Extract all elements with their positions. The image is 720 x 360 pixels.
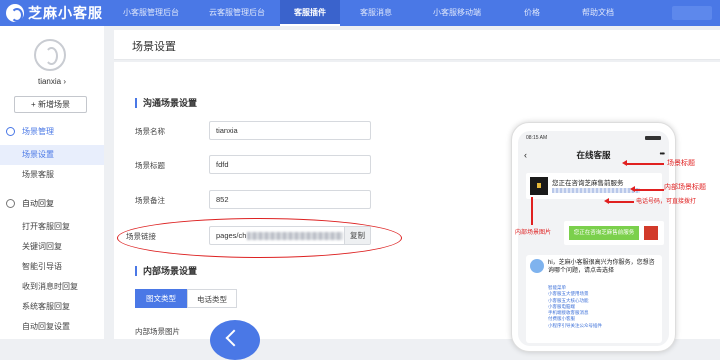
scene-thumbnail-image	[530, 177, 548, 195]
nav-user-area[interactable]	[672, 6, 712, 20]
field-label-scene-title: 场景标题	[135, 161, 165, 170]
battery-icon	[645, 136, 661, 140]
nav-item-help[interactable]: 帮助文档	[562, 0, 634, 26]
sidebar-item-system-reply[interactable]: 系统客服回复	[0, 297, 104, 317]
phone-header: ‹ 在线客服 •••	[518, 145, 669, 165]
annotation-arrow-internal-title	[630, 186, 664, 192]
auto-reply-icon	[6, 199, 15, 208]
username-text: tianxia	[37, 77, 62, 86]
scene-name-input[interactable]: tianxia	[209, 121, 371, 140]
sidebar: tianxia › + 新增场景 场景管理 场景设置 场景客服 自动回复 打开客…	[0, 26, 104, 339]
bot-link[interactable]: 小程序引导关注公众号插件	[548, 323, 602, 329]
username[interactable]: tianxia ›	[0, 77, 104, 86]
sidebar-group-scene[interactable]: 场景管理	[0, 123, 104, 141]
annotation-scene-title: 场景标题	[667, 160, 695, 167]
field-label-internal-image: 内部场景图片	[135, 327, 180, 336]
annotation-arrow-title	[622, 160, 664, 166]
sidebar-item-keyword-reply[interactable]: 关键词回复	[0, 237, 104, 257]
service-message-card[interactable]: 您正在咨询芝麻售前服务	[564, 221, 664, 245]
back-icon[interactable]: ‹	[524, 145, 527, 165]
chevron-right-icon: ›	[63, 77, 67, 86]
nav-item-messages[interactable]: 客服消息	[340, 0, 412, 26]
sidebar-item-auto-settings[interactable]: 自动回复设置	[0, 317, 104, 337]
phone-preview: 08:15 AM ‹ 在线客服 ••• 您正在咨询芝麻售前服务 您正在咨询芝麻售…	[511, 122, 676, 352]
scene-icon	[6, 127, 15, 136]
top-navbar: 芝麻小客服 小客服管理后台 云客服管理后台 客服插件 客服消息 小客服移动端 价…	[0, 0, 720, 26]
scene-note-input[interactable]: 852	[209, 190, 371, 209]
annotation-line-image	[531, 197, 533, 225]
annotation-internal-image: 内部场景图片	[515, 230, 552, 236]
nav-item-price[interactable]: 价格	[502, 0, 562, 26]
more-icon[interactable]: •••	[660, 145, 665, 165]
nav-item-admin[interactable]: 小客服管理后台	[108, 0, 194, 26]
field-label-scene-note: 场景备注	[135, 196, 165, 205]
page-header: 场景设置	[114, 30, 720, 60]
sidebar-item-scene-settings[interactable]: 场景设置	[0, 145, 104, 165]
logo-text: 芝麻小客服	[28, 5, 103, 21]
nav-item-plugin[interactable]: 客服插件	[280, 0, 340, 26]
bot-message-text: hi，芝麻小客服很高兴为你服务，您想咨询哪个问题，请点击选择	[548, 260, 655, 274]
page-title: 场景设置	[132, 41, 176, 53]
green-service-button[interactable]: 您正在咨询芝麻售前服务	[569, 226, 639, 240]
annotation-internal-title: 内部场景标题	[664, 184, 706, 191]
scene-title-input[interactable]: fdfd	[209, 155, 371, 174]
add-scene-button[interactable]: + 新增场景	[14, 96, 87, 113]
scene-card-link	[552, 188, 640, 193]
tab-image-text[interactable]: 图文类型	[135, 289, 187, 308]
sidebar-item-receive-reply[interactable]: 收到消息时回复	[0, 277, 104, 297]
phone-time: 08:15 AM	[526, 135, 548, 141]
sidebar-group-label: 自动回复	[22, 199, 54, 208]
nav-item-cloud-admin[interactable]: 云客服管理后台	[194, 0, 280, 26]
field-label-scene-name: 场景名称	[135, 127, 165, 136]
tab-phone[interactable]: 电话类型	[187, 289, 237, 308]
phone-title: 在线客服	[576, 150, 611, 160]
section-title-communication: 沟通场景设置	[135, 98, 197, 108]
sidebar-group-label: 场景管理	[22, 127, 54, 136]
section-title-internal: 内部场景设置	[135, 266, 197, 276]
sidebar-item-guide[interactable]: 智能引导语	[0, 257, 104, 277]
phone-status-bar: 08:15 AM	[518, 131, 669, 145]
nav-item-mobile[interactable]: 小客服移动端	[412, 0, 502, 26]
link-highlight-ellipse	[117, 218, 402, 258]
bot-link-list: 智能菜单 小客服五大使用场景 小客服五大核心功能 小客服电脑端 手机端接收客服消…	[548, 285, 602, 329]
bot-avatar-icon	[530, 259, 544, 273]
bot-message: hi，芝麻小客服很高兴为你服务，您想咨询哪个问题，请点击选择 智能菜单 小客服五…	[526, 255, 662, 343]
logo-icon	[6, 4, 24, 22]
annotation-arrow-phone	[604, 198, 634, 204]
sidebar-item-scene-service[interactable]: 场景客服	[0, 165, 104, 185]
app-logo[interactable]: 芝麻小客服	[6, 4, 103, 22]
sidebar-item-open-reply[interactable]: 打开客服回复	[0, 217, 104, 237]
scene-card-title: 您正在咨询芝麻售前服务	[552, 180, 624, 187]
avatar[interactable]	[34, 39, 66, 71]
annotation-phone-note: 电话号码，可直接拨打	[636, 199, 697, 205]
red-badge-image	[644, 226, 658, 240]
sidebar-group-auto-reply[interactable]: 自动回复	[0, 195, 104, 213]
internal-image-thumbnail[interactable]	[210, 320, 260, 360]
